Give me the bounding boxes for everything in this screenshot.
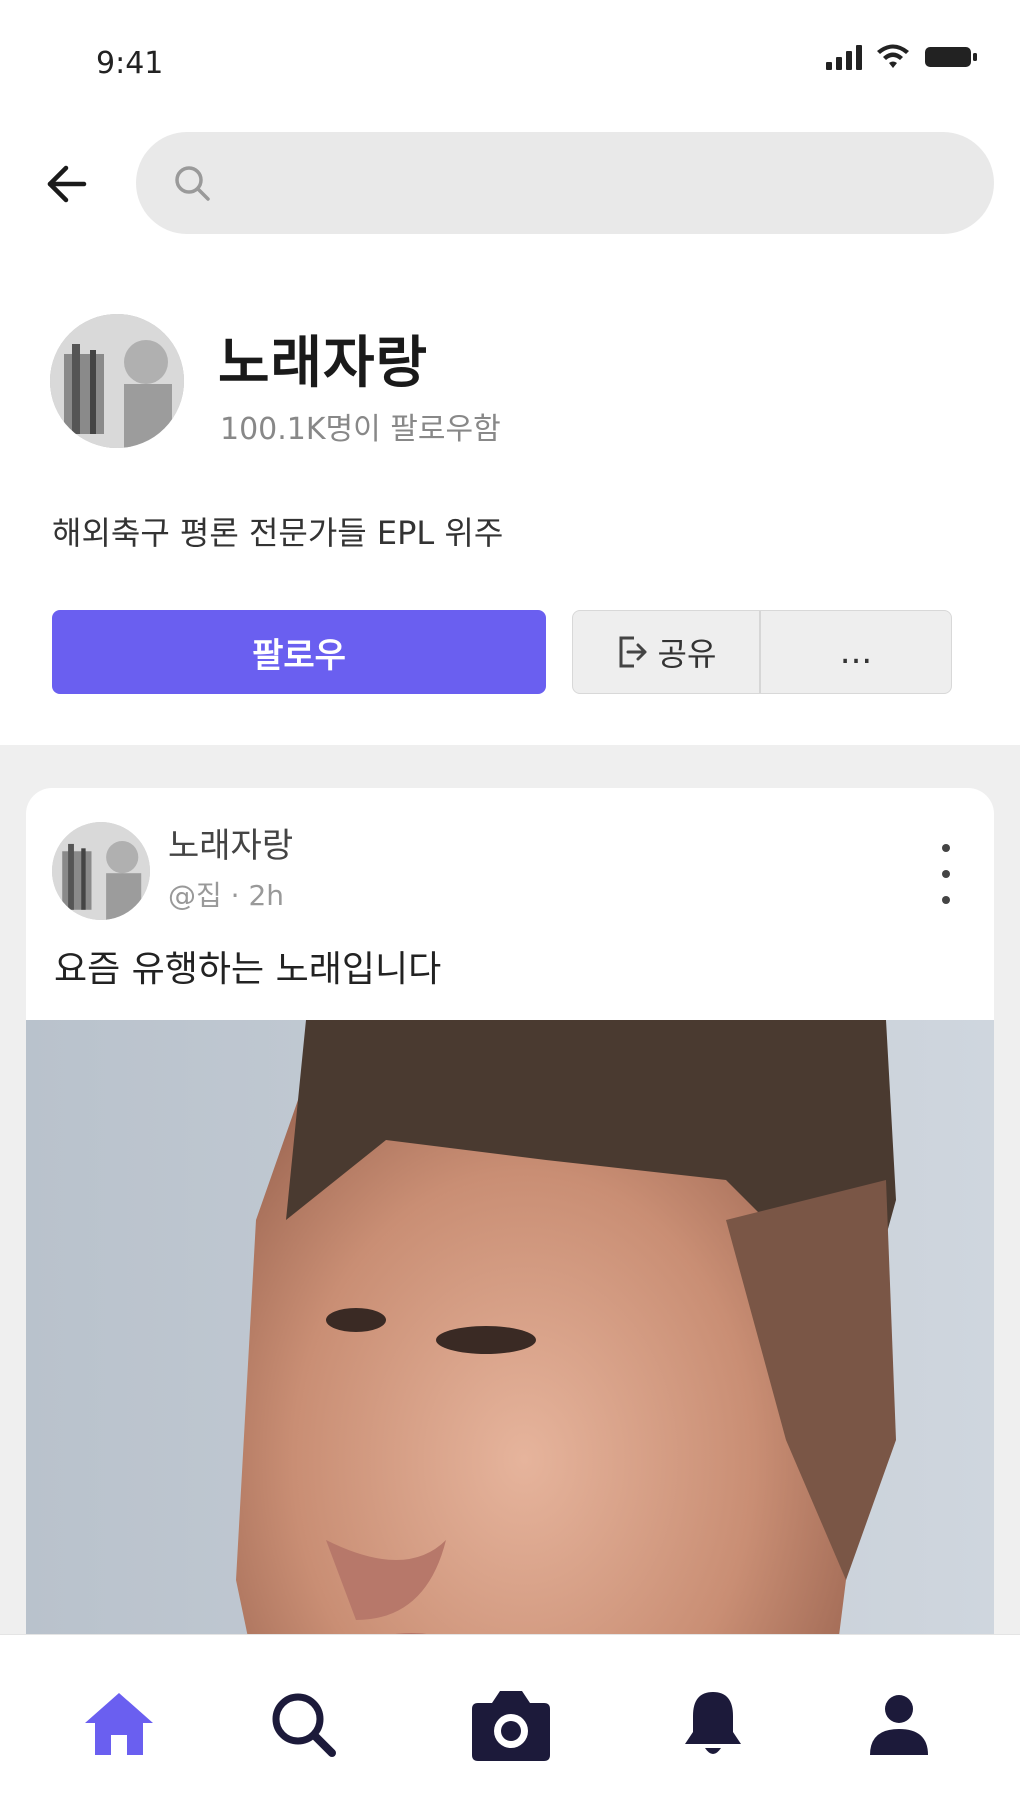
status-time: 9:41	[96, 46, 164, 81]
status-icons	[826, 44, 978, 70]
back-button[interactable]	[30, 148, 102, 220]
home-icon	[85, 1693, 153, 1755]
follower-count: 100.1K명이 팔로우함	[220, 412, 501, 447]
profile-bio: 해외축구 평론 전문가들 EPL 위주	[52, 514, 504, 552]
search-input[interactable]	[230, 164, 994, 202]
search-icon	[175, 166, 210, 201]
camera-icon	[472, 1691, 550, 1761]
avatar-image	[52, 822, 150, 920]
profile-avatar[interactable]	[50, 314, 184, 448]
post-text: 요즘 유행하는 노래입니다	[54, 949, 442, 990]
nav-camera[interactable]	[466, 1679, 556, 1769]
search-icon	[272, 1693, 336, 1757]
dot	[942, 896, 950, 904]
follow-button[interactable]: 팔로우	[52, 610, 546, 694]
profile-name: 노래자랑	[218, 331, 429, 396]
arrow-left-icon	[47, 165, 87, 203]
post-meta: @집 · 2h	[168, 879, 285, 912]
nav-home[interactable]	[74, 1679, 164, 1769]
profile-icon	[870, 1695, 928, 1755]
search-bar[interactable]	[136, 132, 994, 234]
share-label: 공유	[657, 635, 717, 673]
nav-profile[interactable]	[854, 1679, 944, 1769]
dot	[942, 844, 950, 852]
status-bar: 9:41	[0, 0, 1020, 110]
avatar-image	[50, 314, 184, 448]
share-icon	[619, 636, 647, 668]
nav-notifications[interactable]	[668, 1679, 758, 1769]
profile-actions: 공유 ...	[572, 610, 952, 694]
share-button[interactable]: 공유	[573, 611, 761, 693]
nav-search[interactable]	[258, 1679, 348, 1769]
battery-icon	[925, 47, 977, 67]
post-avatar[interactable]	[52, 822, 150, 920]
post-author[interactable]: 노래자랑	[168, 818, 293, 867]
bottom-nav	[0, 1634, 1020, 1820]
more-button[interactable]: ...	[761, 611, 951, 693]
post-options-button[interactable]	[928, 844, 964, 904]
wifi-icon	[877, 44, 909, 68]
signal-icon	[826, 44, 862, 70]
bell-icon	[685, 1692, 741, 1754]
dot	[942, 870, 950, 878]
